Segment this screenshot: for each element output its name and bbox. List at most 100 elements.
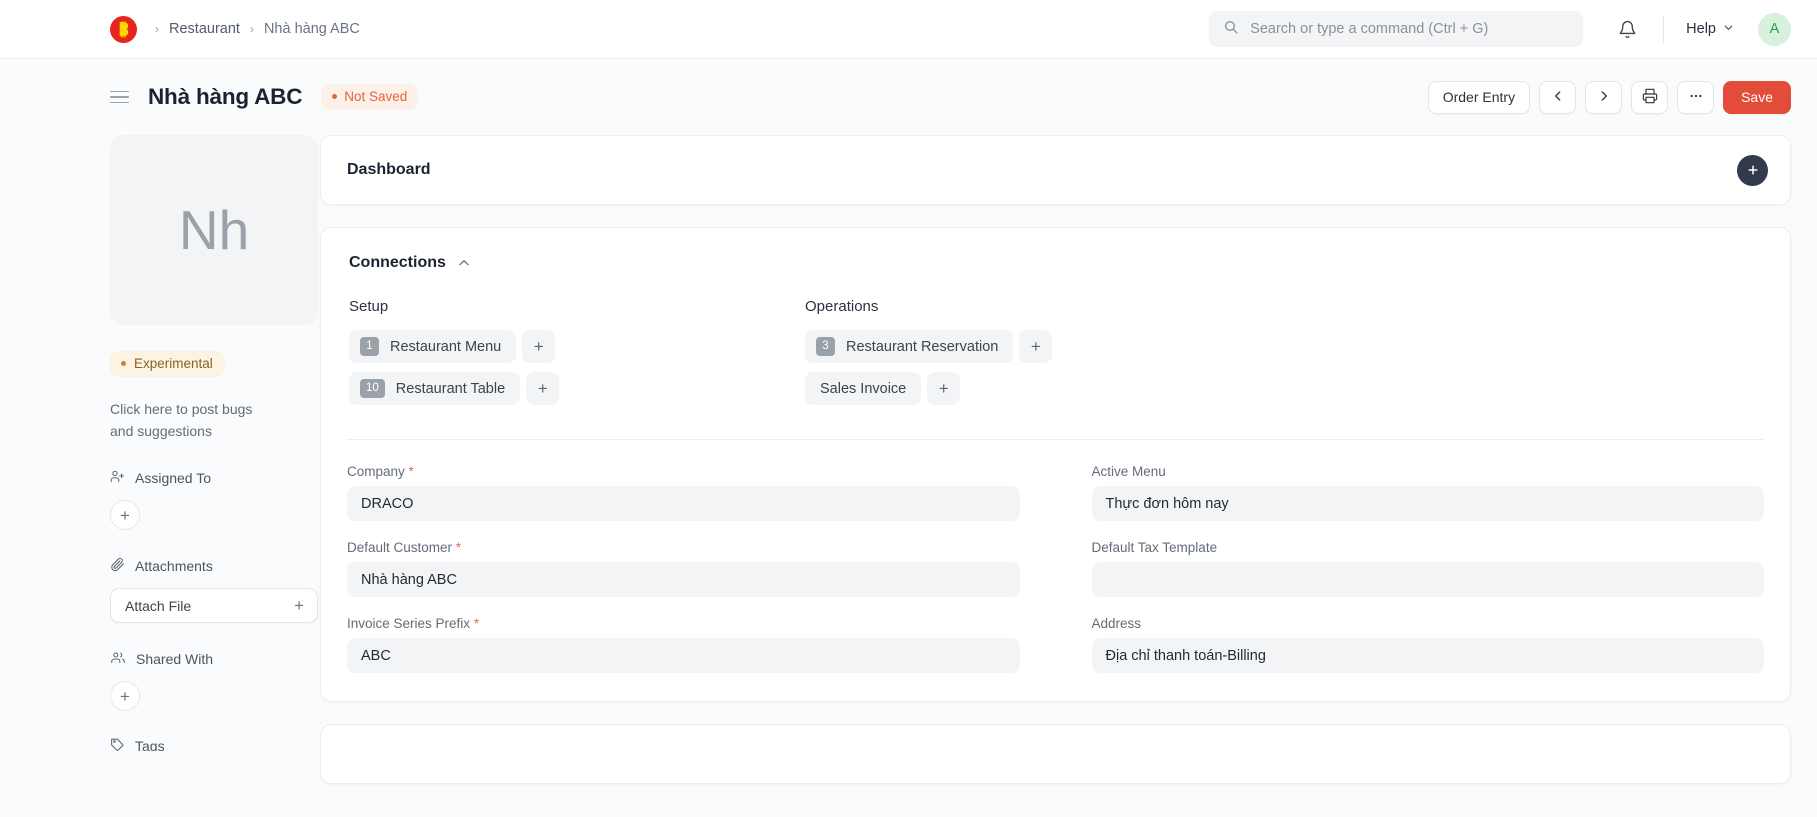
default-customer-input[interactable]: Nhà hàng ABC [347, 562, 1020, 597]
breadcrumb-item-current[interactable]: Nhà hàng ABC [264, 21, 360, 37]
assigned-to-header: Assigned To [110, 469, 278, 487]
connection-link-restaurant-menu[interactable]: 1 Restaurant Menu [349, 330, 517, 363]
field-company: Company * DRACO [347, 464, 1020, 521]
bug-report-link[interactable]: Click here to post bugs and suggestions [110, 399, 278, 442]
navbar-right-group: Search or type a command (Ctrl + G) Help… [1209, 0, 1791, 58]
invoice-series-prefix-input[interactable]: ABC [347, 638, 1020, 673]
address-input[interactable]: Địa chỉ thanh toán-Billing [1091, 638, 1764, 673]
order-entry-button[interactable]: Order Entry [1427, 80, 1531, 114]
chevron-down-icon [1723, 21, 1734, 37]
plus-icon: + [294, 595, 304, 615]
help-label: Help [1686, 21, 1716, 37]
printer-icon [1642, 88, 1658, 107]
save-button[interactable]: Save [1723, 80, 1791, 114]
field-label-text: Invoice Series Prefix [347, 616, 471, 631]
breadcrumb: › Restaurant › Nhà hàng ABC [155, 21, 360, 37]
print-button[interactable] [1631, 80, 1669, 114]
connections-title: Connections [349, 254, 446, 271]
field-active-menu: Active Menu Thực đơn hôm nay [1091, 464, 1764, 521]
more-actions-button[interactable] [1677, 80, 1715, 114]
next-doc-button[interactable] [1585, 80, 1623, 114]
add-restaurant-menu-button[interactable]: + [522, 330, 556, 363]
add-share-button[interactable]: + [110, 681, 140, 712]
connection-link-restaurant-reservation[interactable]: 3 Restaurant Reservation [805, 330, 1014, 363]
add-sales-invoice-button[interactable]: + [927, 372, 961, 405]
required-marker: * [470, 616, 480, 631]
search-placeholder: Search or type a command (Ctrl + G) [1250, 21, 1489, 37]
active-menu-input[interactable]: Thực đơn hôm nay [1091, 486, 1764, 521]
user-plus-icon [110, 469, 125, 487]
field-label: Invoice Series Prefix * [347, 616, 1020, 631]
field-label-text: Company [347, 464, 405, 479]
draco-logo-icon[interactable] [110, 15, 137, 43]
shared-with-label: Shared With [136, 651, 214, 668]
sidebar-section-tags[interactable]: Tags [110, 737, 278, 751]
experimental-badge-label: Experimental [134, 356, 213, 371]
bell-icon[interactable] [1609, 11, 1645, 47]
connections-header[interactable]: Connections [347, 254, 1764, 272]
field-label: Default Tax Template [1091, 540, 1218, 555]
plus-icon [1747, 165, 1758, 175]
connections-group-heading: Operations [805, 298, 879, 315]
dashboard-add-button[interactable] [1737, 154, 1768, 186]
connection-label: Restaurant Table [395, 380, 506, 397]
document-avatar-initials: Nh [178, 199, 250, 261]
tag-icon [110, 737, 125, 752]
connection-row: 10 Restaurant Table + [349, 372, 805, 405]
page-actions: Order Entry Save [1427, 59, 1791, 135]
field-invoice-series-prefix: Invoice Series Prefix * ABC [347, 616, 1020, 673]
form-main: Dashboard Connections Setup 1 Restaurant… [320, 135, 1791, 817]
attach-file-button[interactable]: Attach File + [110, 588, 318, 624]
company-input[interactable]: DRACO [347, 486, 1020, 521]
connections-group-operations: Operations 3 Restaurant Reservation + Sa… [805, 298, 1764, 414]
page-header: Nhà hàng ABC Not Saved Order Entry Save [0, 59, 1817, 135]
search-icon [1223, 19, 1239, 40]
page-title: Nhà hàng ABC [148, 84, 303, 109]
add-restaurant-table-button[interactable]: + [526, 372, 560, 405]
status-badge-label: Not Saved [344, 89, 408, 104]
attach-file-label: Attach File [125, 597, 192, 614]
users-icon [110, 650, 126, 668]
connection-label: Restaurant Reservation [846, 338, 999, 355]
paperclip-icon [110, 557, 125, 575]
field-label: Default Customer * [347, 540, 1020, 555]
avatar[interactable]: A [1758, 12, 1791, 46]
breadcrumb-separator: › [155, 22, 159, 36]
connection-count-badge: 10 [360, 378, 385, 399]
avatar-initial: A [1769, 21, 1780, 37]
add-assignment-button[interactable]: + [110, 500, 140, 531]
chevron-left-icon [1551, 89, 1565, 106]
shared-with-header: Shared With [110, 650, 278, 668]
connection-link-sales-invoice[interactable]: Sales Invoice [805, 372, 922, 405]
help-menu-button[interactable]: Help [1682, 15, 1738, 43]
field-label: Active Menu [1091, 464, 1166, 479]
dashboard-card: Dashboard [320, 135, 1791, 205]
search-input[interactable]: Search or type a command (Ctrl + G) [1209, 11, 1584, 47]
field-label: Address [1091, 616, 1142, 631]
experimental-dot-icon [121, 361, 126, 366]
tags-header: Tags [110, 737, 278, 751]
add-restaurant-reservation-button[interactable]: + [1019, 330, 1053, 363]
tags-label: Tags [135, 738, 165, 752]
experimental-badge: Experimental [110, 351, 225, 377]
sidebar-section-shared-with: Shared With + [110, 650, 278, 712]
attachments-header: Attachments [110, 557, 278, 575]
connection-label: Sales Invoice [820, 380, 907, 397]
chevron-right-icon [1597, 89, 1611, 106]
field-label-text: Default Customer [347, 540, 453, 555]
navbar-divider [1663, 15, 1665, 43]
assigned-to-label: Assigned To [135, 470, 212, 487]
breadcrumb-item-restaurant[interactable]: Restaurant [169, 21, 240, 37]
field-address: Address Địa chỉ thanh toán-Billing [1091, 616, 1764, 673]
connection-link-restaurant-table[interactable]: 10 Restaurant Table [349, 372, 521, 405]
next-section-card [320, 724, 1791, 784]
chevron-up-icon[interactable] [457, 256, 471, 270]
hamburger-icon[interactable] [110, 90, 129, 104]
connections-group-setup: Setup 1 Restaurant Menu + 10 Restaurant … [349, 298, 805, 414]
default-tax-template-input[interactable] [1091, 562, 1764, 597]
prev-doc-button[interactable] [1539, 80, 1577, 114]
document-avatar[interactable]: Nh [110, 135, 318, 325]
connections-grid: Setup 1 Restaurant Menu + 10 Restaurant … [347, 298, 1764, 414]
page-body: Nh Experimental Click here to post bugs … [0, 135, 1817, 817]
form-fields: Company * DRACO Default Customer * Nhà h… [347, 440, 1764, 673]
